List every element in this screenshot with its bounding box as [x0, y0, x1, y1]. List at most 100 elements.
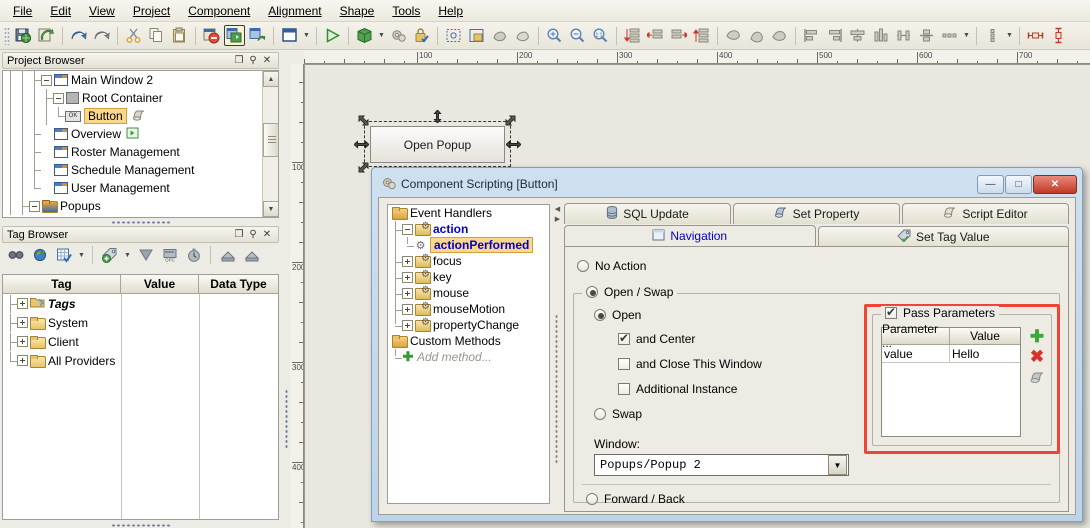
event-tree-expander-property-change[interactable] [402, 319, 413, 331]
snap-icon[interactable] [466, 25, 487, 46]
publish-icon[interactable] [247, 25, 268, 46]
menu-view[interactable]: View [80, 1, 124, 21]
zoom-in-icon[interactable] [544, 25, 565, 46]
checkbox-and-close-this-window-indicator[interactable] [618, 358, 630, 370]
radio-open[interactable]: Open [594, 308, 641, 322]
maximize-button[interactable]: □ [1005, 174, 1032, 194]
parameters-column-header-parameter[interactable]: Parameter ... [882, 322, 950, 350]
delete-window-icon[interactable] [201, 25, 222, 46]
splitter-grip[interactable] [555, 314, 558, 464]
zoom-actual-icon[interactable]: 1:1 [590, 25, 611, 46]
tag-column-header-data-type[interactable]: Data Type [199, 275, 278, 294]
pin-icon[interactable]: ⚲ [246, 229, 260, 240]
component-scripting-dialog[interactable]: Component Scripting [Button] — □ ✕ Event… [371, 167, 1083, 522]
settings-icon[interactable] [388, 25, 409, 46]
minimize-button[interactable]: — [977, 174, 1004, 194]
checkbox-pass-parameters-indicator[interactable] [885, 305, 897, 319]
tag-icon[interactable] [135, 245, 156, 266]
shape-union-icon[interactable] [489, 25, 510, 46]
tag-expander-system[interactable] [17, 317, 28, 328]
history-icon[interactable] [183, 245, 204, 266]
maximize-icon[interactable]: ❐ [232, 55, 246, 66]
radio-swap[interactable]: Swap [594, 407, 642, 421]
close-button[interactable]: ✕ [1033, 174, 1077, 194]
radio-no-action-indicator[interactable] [577, 260, 589, 272]
menu-alignment[interactable]: Alignment [259, 1, 330, 21]
tab-set-tag-value[interactable]: Set Tag Value [817, 226, 1069, 247]
event-tree-expander-key[interactable] [402, 271, 413, 283]
chevron-down-icon[interactable]: ▼ [828, 455, 847, 475]
paste-icon[interactable] [169, 25, 190, 46]
event-tree-row-mouse-motion[interactable]: mouseMotion [388, 301, 549, 317]
tab-script-editor[interactable]: Script Editor [902, 203, 1069, 224]
resize-n-icon[interactable] [431, 110, 444, 123]
tag-expander-all-providers[interactable] [17, 355, 28, 366]
tag-editor-icon[interactable] [53, 245, 74, 266]
tag-editor-dropdown-icon[interactable]: ▼ [76, 245, 87, 265]
parameters-table-row[interactable]: value Hello [882, 345, 1020, 363]
new-window-dropdown-icon[interactable]: ▼ [301, 26, 312, 46]
event-tree-expander-action[interactable] [402, 223, 413, 235]
grid-dropdown-icon[interactable]: ▼ [1004, 26, 1015, 46]
import-icon[interactable] [217, 245, 238, 266]
radio-open-swap-indicator[interactable] [586, 286, 598, 298]
refresh-icon[interactable] [36, 25, 57, 46]
tree-row-popups[interactable]: Popups [3, 197, 278, 215]
order-back-icon[interactable] [691, 25, 712, 46]
redo-icon[interactable] [91, 25, 112, 46]
run-icon[interactable] [322, 25, 343, 46]
maximize-icon[interactable]: ❐ [232, 229, 246, 240]
tag-row-system[interactable]: System [3, 313, 278, 332]
checkbox-and-close-this-window[interactable]: and Close This Window [618, 357, 762, 371]
package-icon[interactable] [354, 25, 375, 46]
new-tag-icon[interactable] [99, 245, 120, 266]
tag-expander-client[interactable] [17, 336, 28, 347]
checkbox-and-center-indicator[interactable] [618, 331, 630, 345]
tab-navigation[interactable]: Navigation [564, 225, 816, 247]
resize-e-icon[interactable] [506, 138, 521, 151]
select-all-icon[interactable] [443, 25, 464, 46]
align-right-edge-icon[interactable] [824, 25, 845, 46]
tag-column-header-tag[interactable]: Tag [3, 275, 121, 294]
event-tree-row-action[interactable]: action [388, 221, 549, 237]
event-handler-tree[interactable]: Event Handlers action ⚙ actionPerformed [387, 204, 550, 504]
close-icon[interactable]: ✕ [260, 229, 274, 240]
splitter-collapse-right-icon[interactable]: ▶ [553, 214, 562, 224]
shape-subtract-icon[interactable] [512, 25, 533, 46]
open-popup-button[interactable]: Open Popup [370, 126, 505, 163]
vspace-icon[interactable] [1048, 25, 1069, 46]
parameter-name-cell[interactable]: value [882, 345, 950, 363]
event-tree-row-key[interactable]: key [388, 269, 549, 285]
new-window-icon[interactable] [279, 25, 300, 46]
new-tag-dropdown-icon[interactable]: ▼ [122, 245, 133, 265]
event-tree-row-focus[interactable]: focus [388, 253, 549, 269]
shape-flip-icon[interactable] [746, 25, 767, 46]
menu-component[interactable]: Component [179, 1, 259, 21]
undo-icon[interactable] [68, 25, 89, 46]
save-icon[interactable] [13, 25, 34, 46]
tree-row-root-container[interactable]: Root Container [3, 89, 278, 107]
order-right-icon[interactable] [668, 25, 689, 46]
resize-ne-icon[interactable] [504, 114, 517, 127]
tag-column-header-value[interactable]: Value [121, 275, 199, 294]
scroll-up-icon[interactable]: ▲ [263, 71, 278, 87]
project-browser-tree[interactable]: Main Window 2 Root Container OK Button O… [2, 70, 279, 218]
resize-sw-icon[interactable] [357, 161, 370, 174]
toolbar-grip[interactable] [4, 26, 10, 45]
zoom-out-icon[interactable] [567, 25, 588, 46]
checkbox-and-center[interactable]: and Center [618, 331, 695, 346]
parameters-table[interactable]: Parameter ... Value value Hello [881, 322, 1021, 437]
copy-icon[interactable] [146, 25, 167, 46]
tree-expander-root-container[interactable] [53, 92, 64, 104]
spacing-dropdown-icon[interactable]: ▼ [961, 26, 972, 46]
opc-icon[interactable]: OPC [159, 245, 180, 266]
refresh-tags-icon[interactable] [29, 245, 50, 266]
parameters-column-header-value[interactable]: Value [950, 328, 1020, 345]
radio-forward-back-indicator[interactable] [586, 493, 598, 505]
event-tree-row-mouse[interactable]: mouse [388, 285, 549, 301]
radio-no-action[interactable]: No Action [577, 259, 646, 273]
hspace-icon[interactable] [1025, 25, 1046, 46]
align-group-icon[interactable] [893, 25, 914, 46]
tag-row-client[interactable]: Client [3, 332, 278, 351]
dialog-splitter[interactable]: ◀ ▶ [553, 204, 562, 504]
